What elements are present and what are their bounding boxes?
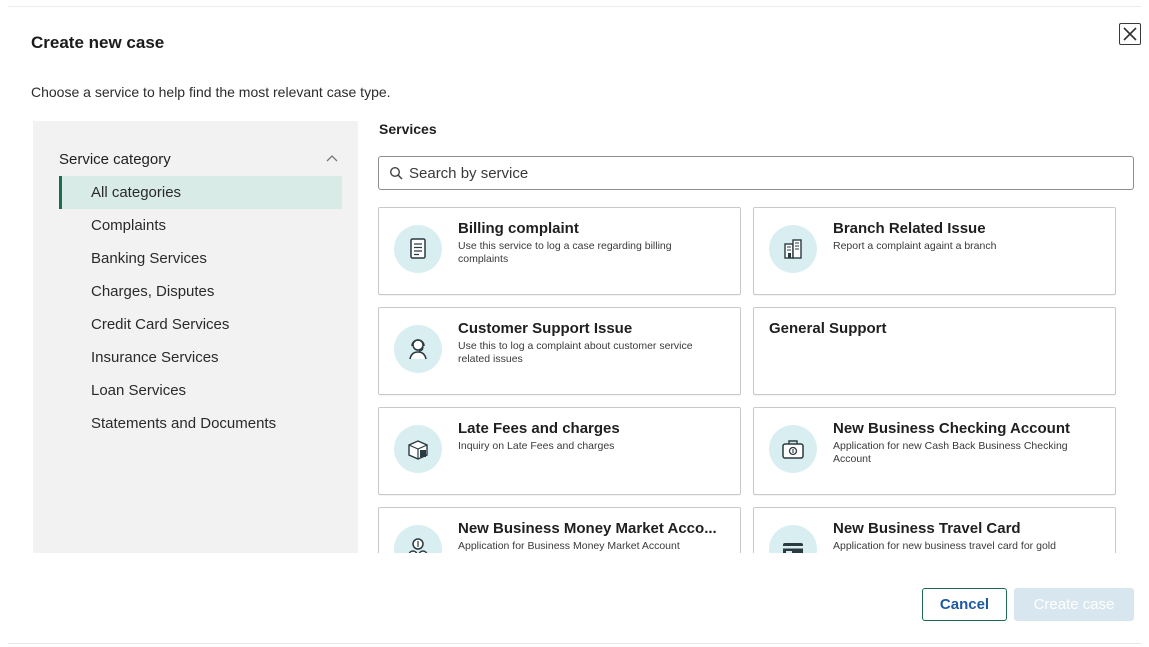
services-grid: Billing complaint Use this service to lo… [376, 204, 1121, 553]
card-description: Use this to log a complaint about custom… [458, 340, 693, 365]
category-item-charges-disputes[interactable]: Charges, Disputes [59, 275, 342, 308]
service-card-new-business-checking[interactable]: New Business Checking Account Applicatio… [753, 407, 1116, 495]
service-category-panel: Service category All categories Complain… [33, 121, 358, 553]
card-description: Application for Business Money Market Ac… [458, 540, 680, 552]
service-card-new-business-money-market[interactable]: New Business Money Market Acco... Applic… [378, 507, 741, 553]
building-icon [784, 239, 802, 259]
cancel-button[interactable]: Cancel [922, 588, 1007, 621]
service-category-label: Service category [59, 150, 171, 168]
top-divider [8, 6, 1141, 7]
search-icon [389, 166, 403, 180]
category-item-credit-card[interactable]: Credit Card Services [59, 308, 342, 341]
card-title: New Business Checking Account [833, 420, 1070, 437]
card-title: New Business Travel Card [833, 520, 1021, 537]
card-title: Branch Related Issue [833, 220, 986, 237]
close-icon [1123, 27, 1137, 41]
category-item-statements[interactable]: Statements and Documents [59, 407, 342, 440]
category-item-insurance[interactable]: Insurance Services [59, 341, 342, 374]
support-agent-icon [409, 339, 427, 360]
card-title: New Business Money Market Acco... [458, 520, 717, 537]
service-card-late-fees[interactable]: Late Fees and charges Inquiry on Late Fe… [378, 407, 741, 495]
create-case-dialog: Create new case Choose a service to help… [0, 0, 1149, 647]
card-title: Late Fees and charges [458, 420, 620, 437]
service-card-branch-related-issue[interactable]: Branch Related Issue Report a complaint … [753, 207, 1116, 295]
category-item-loan[interactable]: Loan Services [59, 374, 342, 407]
search-input[interactable] [409, 164, 1109, 182]
create-case-button[interactable]: Create case [1014, 588, 1134, 621]
card-description: Application for new Cash Back Business C… [833, 440, 1068, 465]
service-card-customer-support-issue[interactable]: Customer Support Issue Use this to log a… [378, 307, 741, 395]
card-description: Application for new business travel card… [833, 540, 1056, 552]
credit-card-icon [783, 543, 803, 553]
card-title: Customer Support Issue [458, 320, 633, 337]
card-title: Billing complaint [458, 220, 579, 237]
document-icon [410, 238, 426, 259]
card-description: Inquiry on Late Fees and charges [458, 440, 615, 452]
close-button[interactable] [1119, 23, 1141, 45]
bottom-divider [8, 643, 1141, 644]
category-item-all[interactable]: All categories [59, 176, 342, 209]
card-description: Use this service to log a case regarding… [458, 240, 672, 265]
category-item-banking[interactable]: Banking Services [59, 242, 342, 275]
service-card-new-business-travel-card[interactable]: New Business Travel Card Application for… [753, 507, 1116, 553]
service-card-general-support[interactable]: General Support [753, 307, 1116, 395]
briefcase-money-icon [782, 440, 804, 459]
chevron-up-icon [326, 155, 338, 162]
money-coins-icon [408, 538, 428, 553]
service-category-toggle[interactable]: Service category [59, 148, 339, 170]
service-card-billing-complaint[interactable]: Billing complaint Use this service to lo… [378, 207, 741, 295]
fees-box-icon [408, 440, 428, 460]
service-search [378, 156, 1134, 190]
dialog-subtitle: Choose a service to help find the most r… [31, 84, 391, 100]
card-title: General Support [769, 320, 887, 337]
services-heading: Services [379, 121, 437, 137]
dialog-title: Create new case [31, 33, 165, 52]
category-item-complaints[interactable]: Complaints [59, 209, 342, 242]
category-list: All categories Complaints Banking Servic… [59, 176, 342, 440]
card-description: Report a complaint againt a branch [833, 240, 997, 252]
